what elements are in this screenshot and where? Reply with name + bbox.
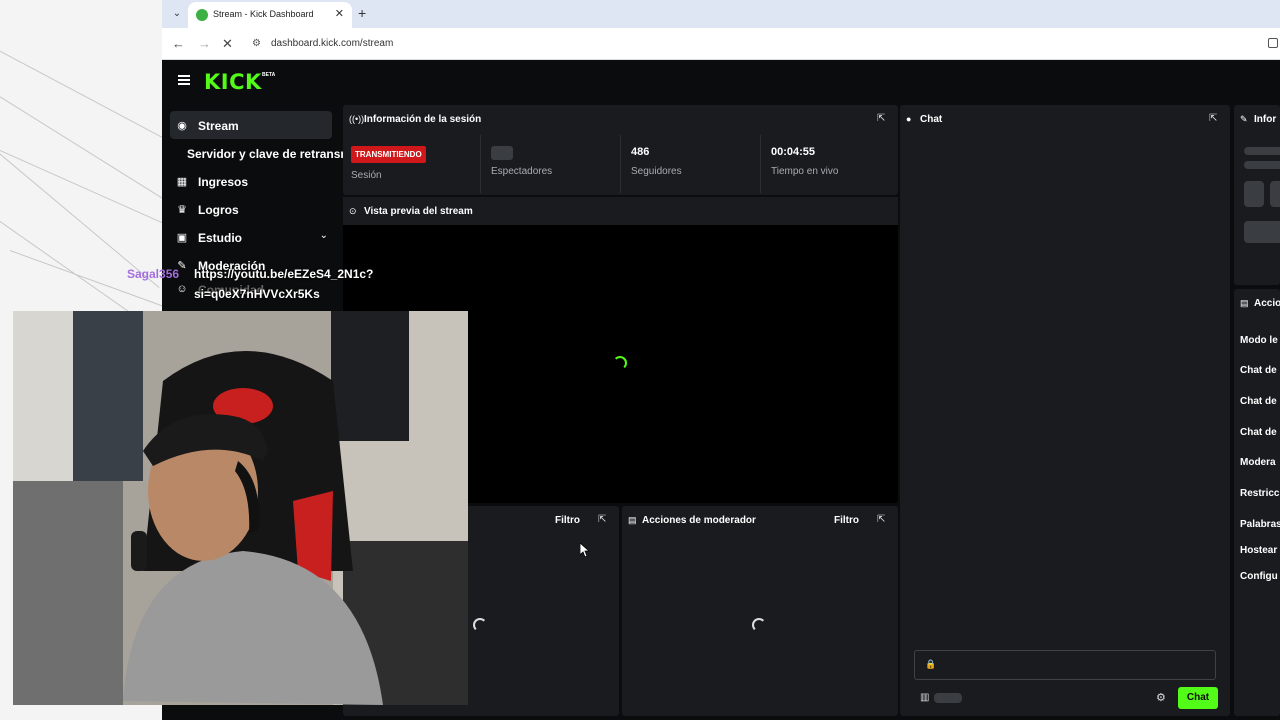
loading-spinner bbox=[613, 356, 627, 370]
extension-icon[interactable] bbox=[1268, 38, 1278, 48]
sidebar-item-logros[interactable]: ♛ Logros bbox=[170, 195, 332, 223]
popout-icon[interactable]: ⇱ bbox=[598, 514, 609, 525]
loading-skeleton bbox=[934, 693, 962, 703]
session-info-panel: ((•)) Información de la sesión ⇱ TRANSMI… bbox=[343, 105, 898, 195]
tab-search-icon[interactable]: ⌄ bbox=[168, 5, 186, 23]
stat-label: Seguidores bbox=[631, 166, 682, 177]
sidebar-item-label: Ingresos bbox=[198, 175, 249, 189]
address-bar: ← → ✕ ⚙ dashboard.kick.com/stream bbox=[162, 28, 1280, 60]
mod-setting-item[interactable]: Modera bbox=[1240, 457, 1276, 468]
kick-favicon-icon bbox=[196, 9, 208, 21]
mod-setting-item[interactable]: Hostear bbox=[1240, 545, 1277, 556]
users-icon: ☺ bbox=[176, 283, 188, 295]
filter-button[interactable]: Filtro bbox=[555, 515, 580, 526]
panel-title: Vista previa del stream bbox=[364, 206, 473, 217]
stat-session: TRANSMITIENDO Sesión bbox=[343, 135, 481, 193]
kick-logo[interactable]: KICK bbox=[204, 70, 262, 94]
stat-followers: 486 Seguidores bbox=[623, 135, 761, 193]
info-panel: ✎ Infor bbox=[1234, 105, 1280, 285]
popout-icon[interactable]: ⇱ bbox=[1209, 113, 1220, 124]
status-badge: TRANSMITIENDO bbox=[351, 146, 426, 163]
loading-skeleton bbox=[1244, 147, 1280, 155]
panel-title: Información de la sesión bbox=[364, 114, 482, 125]
loading-spinner bbox=[752, 618, 766, 632]
lock-icon: 🔒 bbox=[925, 659, 937, 669]
preview-icon: ⊙ bbox=[349, 206, 357, 216]
stat-viewers: Espectadores bbox=[483, 135, 621, 193]
stat-value: 00:04:55 bbox=[771, 146, 816, 158]
forward-icon[interactable]: → bbox=[198, 36, 211, 51]
popout-icon[interactable]: ⇱ bbox=[877, 113, 888, 124]
tab-bar: ⌄ Stream - Kick Dashboard ✕ + bbox=[162, 0, 1280, 28]
mod-setting-item[interactable]: Chat de bbox=[1240, 365, 1277, 376]
mod-setting-item[interactable]: Configu bbox=[1240, 571, 1278, 582]
wrench-icon: ✎ bbox=[1240, 114, 1248, 124]
stat-value: 486 bbox=[631, 146, 650, 158]
beta-badge: BETA bbox=[262, 72, 276, 78]
url-field[interactable]: dashboard.kick.com/stream bbox=[271, 38, 393, 49]
panel-title: Infor bbox=[1254, 114, 1277, 125]
mod-setting-item[interactable]: Modo le bbox=[1240, 335, 1278, 346]
overlay-chat-message: https://youtu.be/eEZeS4_2N1c? bbox=[194, 267, 374, 281]
panel-title: Accio bbox=[1254, 298, 1280, 309]
chart-icon: ▦ bbox=[176, 176, 188, 188]
filter-button[interactable]: Filtro bbox=[834, 515, 859, 526]
stat-label: Espectadores bbox=[491, 166, 553, 177]
mod-setting-item[interactable]: Chat de bbox=[1240, 427, 1277, 438]
shield-icon: ▤ bbox=[628, 515, 637, 525]
site-info-icon[interactable]: ⚙ bbox=[252, 38, 261, 49]
stat-label: Tiempo en vivo bbox=[771, 166, 839, 177]
shield-icon: ▤ bbox=[1240, 298, 1249, 308]
viewers-loading-skeleton bbox=[491, 146, 513, 160]
stat-live-time: 00:04:55 Tiempo en vivo bbox=[763, 135, 901, 193]
sidebar-item-label: Stream bbox=[198, 119, 239, 133]
overlay-chat-username: Sagal356 bbox=[127, 267, 180, 281]
send-chat-button[interactable]: Chat bbox=[1178, 687, 1218, 709]
stop-loading-icon[interactable]: ✕ bbox=[222, 36, 233, 52]
sidebar-item-label: Servidor y clave de retransm bbox=[187, 147, 352, 161]
mod-setting-item[interactable]: Restricc bbox=[1240, 488, 1279, 499]
panel-title: Acciones de moderador bbox=[642, 515, 756, 526]
sidebar-item-estudio[interactable]: ▣ Estudio ⌄ bbox=[170, 223, 332, 251]
menu-icon[interactable] bbox=[178, 75, 190, 85]
broadcast-icon: ◉ bbox=[177, 120, 187, 132]
mod-actions-panel: ▤ Acciones de moderador Filtro ⇱ bbox=[622, 506, 898, 716]
mod-setting-item[interactable]: Palabras bbox=[1240, 519, 1280, 530]
sidebar-item-label: Logros bbox=[198, 203, 239, 217]
popout-icon[interactable]: ⇱ bbox=[877, 514, 888, 525]
new-tab-icon[interactable]: + bbox=[358, 5, 366, 21]
sidebar-item-stream[interactable]: ◉ Stream bbox=[170, 111, 332, 139]
settings-gear-icon[interactable]: ⚙ bbox=[1156, 691, 1166, 704]
overlay-chat-message: si=q0eX7nHVVcXr5Ks bbox=[194, 287, 320, 301]
sidebar-item-ingresos[interactable]: ▦ Ingresos bbox=[170, 167, 332, 195]
close-tab-icon[interactable]: ✕ bbox=[335, 7, 344, 20]
loading-spinner bbox=[473, 618, 487, 632]
mod-tools-panel: ▤ Accio Modo le Chat de Chat de Chat de … bbox=[1234, 289, 1280, 716]
kick-header: KICK BETA bbox=[162, 60, 1280, 103]
loading-skeleton bbox=[1244, 161, 1280, 169]
chat-input[interactable]: 🔒 bbox=[914, 650, 1216, 680]
back-icon[interactable]: ← bbox=[172, 36, 185, 51]
mod-setting-item[interactable]: Chat de bbox=[1240, 396, 1277, 407]
panel-title: Chat bbox=[920, 114, 943, 125]
trophy-icon: ♛ bbox=[177, 204, 187, 216]
tab-title: Stream - Kick Dashboard bbox=[213, 9, 314, 19]
broadcast-icon: ((•)) bbox=[349, 114, 365, 124]
webcam-scene bbox=[13, 311, 468, 705]
stat-label: Sesión bbox=[351, 170, 382, 181]
sidebar-item-label: Estudio bbox=[198, 231, 242, 245]
chat-bubble-icon: ● bbox=[906, 114, 912, 124]
sidebar-item-server-key[interactable]: Servidor y clave de retransm bbox=[170, 139, 351, 167]
chevron-down-icon: ⌄ bbox=[319, 230, 328, 241]
loading-skeleton bbox=[1244, 221, 1280, 243]
loading-skeleton bbox=[1270, 181, 1280, 207]
chat-panel: ● Chat ⇱ 🔒 ▥ ⚙ Chat bbox=[900, 105, 1230, 716]
studio-icon: ▣ bbox=[176, 232, 188, 244]
store-icon[interactable]: ▥ bbox=[920, 692, 929, 703]
webcam-overlay bbox=[13, 311, 468, 705]
browser-tab[interactable]: Stream - Kick Dashboard ✕ bbox=[188, 2, 352, 28]
loading-skeleton bbox=[1244, 181, 1264, 207]
